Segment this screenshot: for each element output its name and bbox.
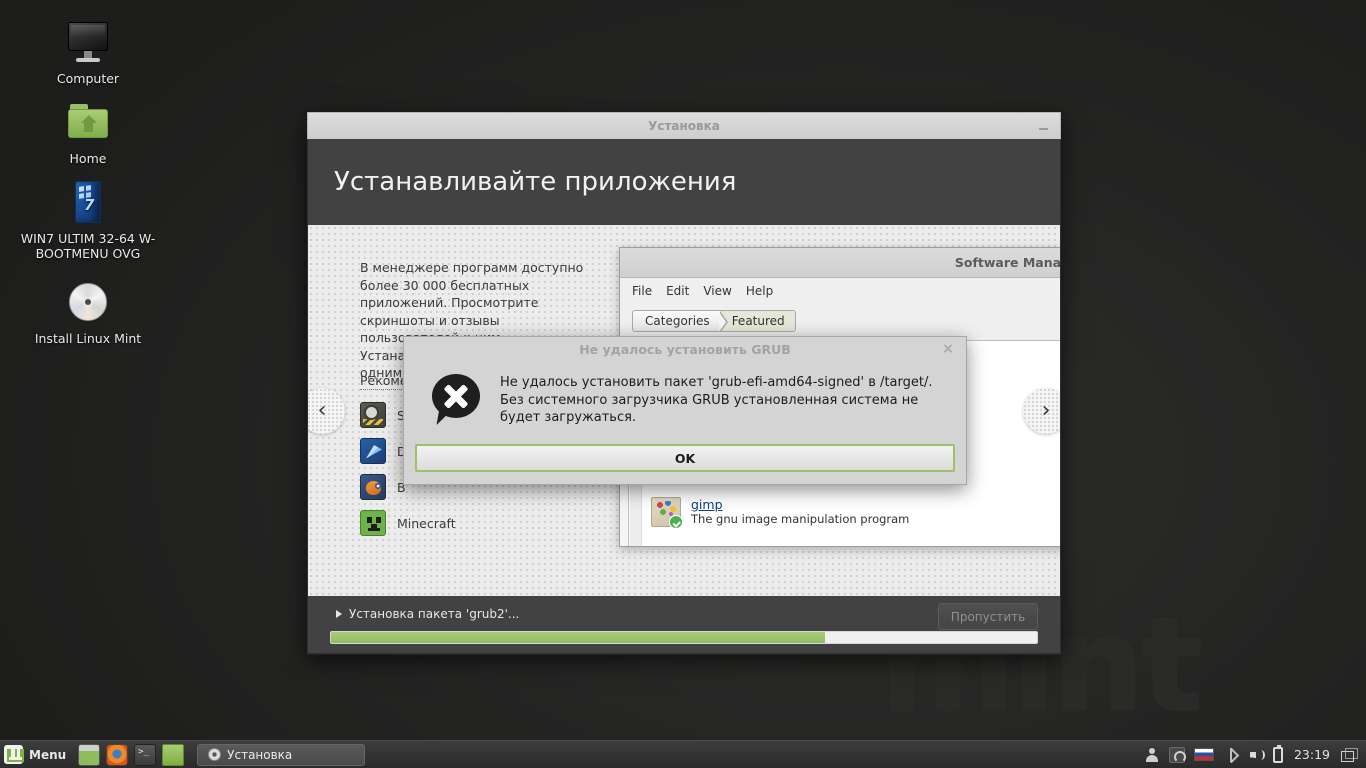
menu-item-help[interactable]: Help — [746, 284, 773, 298]
software-manager-title: Software Manag — [954, 255, 1061, 270]
breadcrumb-categories[interactable]: Categories — [633, 311, 728, 331]
page-title: Устанавливайте приложения — [334, 167, 737, 197]
taskbar-task-label: Установка — [227, 747, 293, 762]
user-icon[interactable] — [1144, 747, 1160, 763]
installer-header: Устанавливайте приложения — [307, 139, 1061, 225]
disc-icon — [208, 748, 222, 761]
chevron-left-icon: ‹ — [317, 397, 327, 423]
dialog-message: Не удалось установить пакет 'grub-efi-am… — [500, 375, 933, 425]
cd-disc-icon — [64, 278, 112, 326]
desktop-icon-computer[interactable]: Computer — [10, 18, 166, 86]
software-manager-titlebar: Software Manag — [620, 248, 1061, 278]
installer-titlebar[interactable]: Установка — [307, 112, 1061, 139]
installer-window-title: Установка — [648, 119, 720, 133]
firefox-icon[interactable] — [106, 743, 129, 766]
desktop-icon-label: WIN7 ULTIM 32-64 W-BOOTMENU OVG — [20, 231, 156, 261]
desktop-icon-label: Computer — [56, 71, 120, 86]
battery-icon[interactable] — [1272, 744, 1283, 763]
progress-status: Установка пакета 'grub2'... — [336, 607, 519, 621]
desktop-icon-home[interactable]: Home — [10, 98, 166, 166]
show-desktop-icon[interactable] — [78, 743, 101, 766]
expand-triangle-icon[interactable] — [336, 610, 342, 618]
dialog-body: Не удалось установить пакет 'grub-efi-am… — [404, 362, 966, 428]
system-tray: 23:19 — [1144, 744, 1366, 763]
package-name[interactable]: gimp — [691, 497, 909, 512]
chevron-right-icon: › — [1041, 397, 1051, 423]
breadcrumb-label: Categories — [645, 314, 710, 328]
software-manager-menubar[interactable]: File Edit View Help — [620, 278, 1060, 304]
menu-button-label: Menu — [29, 747, 67, 762]
menu-button[interactable]: Menu — [0, 742, 75, 768]
steam-icon — [360, 402, 386, 428]
update-manager-icon[interactable] — [1168, 746, 1186, 763]
menu-item-view[interactable]: View — [703, 284, 731, 298]
menu-item-edit[interactable]: Edit — [666, 284, 689, 298]
menu-item-file[interactable]: File — [632, 284, 652, 298]
package-description: The gnu image manipulation program — [691, 512, 910, 526]
taskbar[interactable]: Menu Установка 23:19 — [0, 740, 1366, 768]
taskbar-task-installer[interactable]: Установка — [197, 743, 366, 766]
progress-bar — [330, 631, 1038, 644]
ok-button[interactable]: OK — [415, 444, 955, 472]
breadcrumb-label: Featured — [731, 314, 785, 328]
desktop-icon-install-linux-mint[interactable]: Install Linux Mint — [10, 278, 166, 346]
desktop-icon-label: Install Linux Mint — [34, 331, 142, 346]
progress-bar-fill — [331, 632, 826, 643]
minimize-button[interactable] — [1036, 119, 1050, 133]
gimp-icon — [651, 497, 683, 529]
volume-icon[interactable] — [1248, 747, 1265, 763]
window-list-icon[interactable] — [1341, 747, 1358, 762]
minecraft-icon — [360, 510, 386, 536]
error-cross-icon — [428, 372, 484, 428]
computer-monitor-icon — [64, 18, 112, 66]
breadcrumb: Categories Featured — [620, 304, 1060, 340]
desktop[interactable]: mint Computer Home 7 WIN7 ULTIM 32-64 W-… — [0, 0, 1366, 768]
recommended-link[interactable]: Рекоме — [360, 373, 408, 390]
slide-prev-arrow-icon[interactable]: ‹ — [308, 387, 345, 434]
windows-drive-icon: 7 — [64, 178, 112, 226]
dialog-titlebar[interactable]: Не удалось установить GRUB × — [404, 337, 966, 362]
keyboard-layout-flag-ru-icon[interactable] — [1193, 748, 1214, 761]
app-name: Minecraft — [397, 515, 456, 531]
slide-next-arrow-icon[interactable]: › — [1023, 387, 1060, 434]
progress-status-text: Установка пакета 'grub2'... — [349, 607, 520, 621]
close-icon[interactable]: × — [940, 341, 956, 357]
desktop-icon-label: Home — [69, 151, 107, 166]
terminal-icon[interactable] — [134, 743, 157, 766]
installer-footer: Установка пакета 'grub2'... Пропустить — [307, 596, 1061, 654]
table-row[interactable]: gimp The gnu image manipulation program — [629, 491, 1060, 533]
bluetooth-icon[interactable] — [1223, 747, 1239, 763]
error-dialog[interactable]: Не удалось установить GRUB × Не удалось … — [403, 336, 967, 485]
dialog-title: Не удалось установить GRUB — [579, 342, 791, 357]
list-item[interactable]: Minecraft — [360, 505, 600, 541]
clock[interactable]: 23:19 — [1292, 747, 1332, 762]
skip-button[interactable]: Пропустить — [938, 603, 1038, 630]
mint-logo-icon — [4, 745, 24, 764]
breadcrumb-featured[interactable]: Featured — [719, 311, 795, 331]
files-icon[interactable] — [162, 743, 185, 766]
dialog-actions: OK — [415, 444, 955, 472]
home-folder-icon — [64, 98, 112, 146]
dropbox-icon — [360, 438, 386, 464]
desktop-icon-win7-drive[interactable]: 7 WIN7 ULTIM 32-64 W-BOOTMENU OVG — [10, 178, 166, 261]
blender-icon — [360, 474, 386, 500]
